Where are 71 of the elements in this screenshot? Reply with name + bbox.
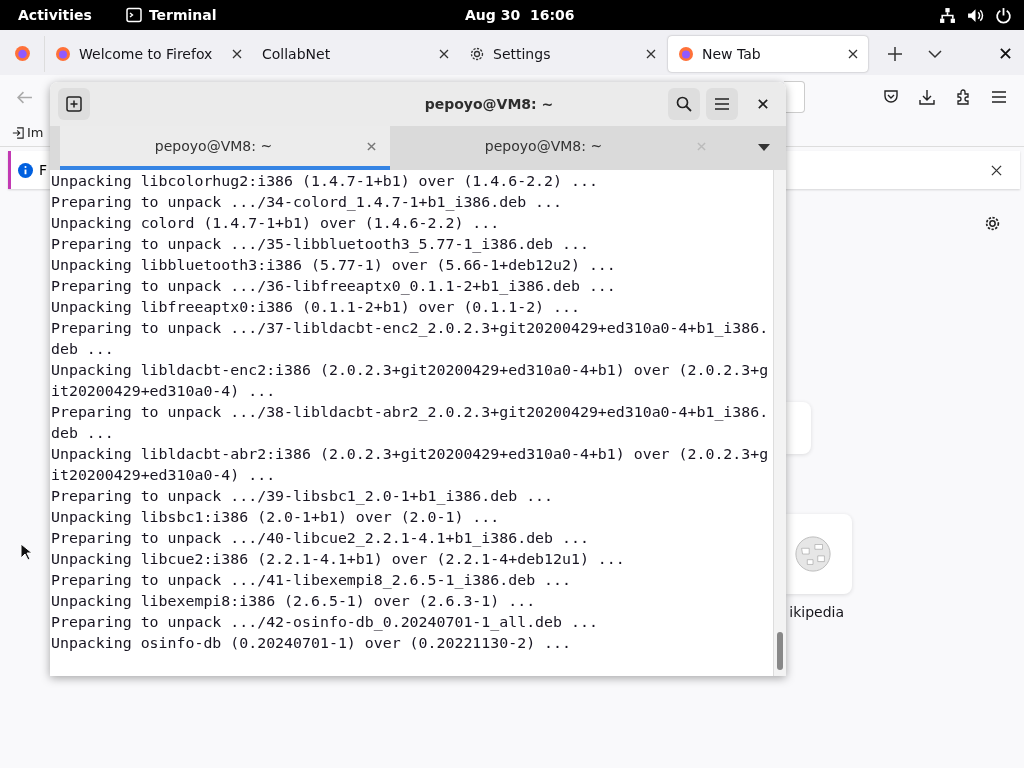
- firefox-icon: [678, 45, 694, 62]
- firefox-icon: [13, 45, 31, 62]
- terminal-tab[interactable]: pepoyo@VM8: ~: [390, 126, 720, 170]
- info-icon: [18, 162, 33, 178]
- close-icon[interactable]: [991, 164, 1002, 176]
- menu-button[interactable]: [706, 88, 738, 120]
- terminal-line: Unpacking libfreeaptx0:i386 (0.1.1-2+b1) over (0.1.1-2) ...: [51, 297, 581, 318]
- browser-tab[interactable]: Welcome to Firefox: [45, 35, 252, 72]
- shortcut-tile[interactable]: [786, 402, 811, 454]
- terminal-line: Preparing to unpack .../35-libbluetooth3_5.77-1_i386.deb ...: [51, 234, 590, 255]
- terminal-line: Unpacking colord (1.4.7-1+b1) over (1.4.6-2.2) ...: [51, 213, 501, 234]
- terminal-icon: [125, 7, 142, 23]
- terminal-line: Preparing to unpack .../37-libldacbt-enc2_2.0.2.3+git20200429+ed310a0-4+b1_i386.: [51, 318, 770, 339]
- search-icon: [676, 96, 692, 112]
- power-icon[interactable]: [995, 6, 1012, 24]
- close-tab-icon[interactable]: [646, 48, 656, 59]
- mouse-pointer-icon: [20, 543, 32, 561]
- close-tab-icon[interactable]: [848, 48, 858, 59]
- browser-tab[interactable]: CollabNet: [252, 35, 459, 72]
- terminal-line: Unpacking libbluetooth3:i386 (5.77-1) over (5.66-1+deb12u2) ...: [51, 255, 617, 276]
- settings-icon: [469, 45, 485, 62]
- import-icon: [12, 126, 24, 139]
- search-button[interactable]: [668, 88, 700, 120]
- activities-button[interactable]: Activities: [18, 7, 92, 23]
- terminal-line: deb ...: [51, 339, 115, 360]
- globe-icon: [794, 535, 832, 573]
- close-tab-icon[interactable]: [439, 48, 449, 59]
- notification-text: F: [39, 162, 48, 178]
- terminal-line: Preparing to unpack .../36-libfreeaptx0_0.1.1-2+b1_i386.deb ...: [51, 276, 617, 297]
- network-icon[interactable]: [939, 6, 956, 24]
- close-tab-icon[interactable]: [232, 48, 242, 59]
- terminal-line: Preparing to unpack .../38-libldacbt-abr2_2.0.2.3+git20200429+ed310a0-4+b1_i386.: [51, 402, 770, 423]
- menu-icon: [714, 96, 730, 112]
- terminal-line: Unpacking osinfo-db (0.20240701-1) over (0.20221130-2) ...: [51, 633, 572, 654]
- shortcut-tile[interactable]: [786, 514, 852, 594]
- terminal-line: it20200429+ed310a0-4) ...: [51, 381, 277, 402]
- terminal-line: deb ...: [51, 423, 115, 444]
- clock[interactable]: Aug 30 16:06: [465, 7, 575, 23]
- new-tab-button[interactable]: [58, 88, 90, 120]
- puzzle-icon[interactable]: [955, 89, 971, 105]
- terminal-line: Preparing to unpack .../39-libsbc1_2.0-1+b1_i386.deb ...: [51, 486, 555, 507]
- menu-icon[interactable]: [991, 89, 1007, 105]
- volume-icon[interactable]: [967, 6, 984, 24]
- terminal-line: Unpacking libsbc1:i386 (2.0-1+b1) over (2.0-1) ...: [51, 507, 501, 528]
- terminal-line: Unpacking libcolorhug2:i386 (1.4.7-1+b1) over (1.4.6-2.2) ...: [51, 171, 599, 192]
- terminal-line: it20200429+ed310a0-4) ...: [51, 465, 277, 486]
- new-tab-icon[interactable]: [888, 46, 902, 61]
- terminal-line: Unpacking libcue2:i386 (2.2.1-4.1+b1) over (2.2.1-4+deb12u1) ...: [51, 549, 626, 570]
- terminal-line: Preparing to unpack .../34-colord_1.4.7-1+b1_i386.deb ...: [51, 192, 563, 213]
- terminal-line: Preparing to unpack .../41-libexempi8_2.6.5-1_i386.deb ...: [51, 570, 572, 591]
- plus-icon: [66, 96, 82, 112]
- browser-tab[interactable]: New Tab: [668, 35, 868, 72]
- shortcut-label: ikipedia: [789, 604, 844, 620]
- settings-icon[interactable]: [984, 215, 1001, 232]
- terminal-line: Unpacking libexempi8:i386 (2.6.5-1) over (2.6.3-1) ...: [51, 591, 537, 612]
- download-icon[interactable]: [919, 89, 935, 105]
- terminal-tab[interactable]: pepoyo@VM8: ~: [60, 126, 390, 170]
- terminal-line: Preparing to unpack .../40-libcue2_2.2.1-4.1+b1_i386.deb ...: [51, 528, 590, 549]
- terminal-line: Preparing to unpack .../42-osinfo-db_0.20240701-1_all.deb ...: [51, 612, 599, 633]
- terminal-line: Unpacking libldacbt-enc2:i386 (2.0.2.3+git20200429+ed310a0-4+b1) over (2.0.2.3+g: [51, 360, 770, 381]
- pocket-icon[interactable]: [883, 89, 899, 105]
- app-menu-label[interactable]: Terminal: [148, 7, 217, 23]
- firefox-icon: [55, 45, 71, 62]
- scrollbar-thumb[interactable]: [777, 632, 783, 670]
- terminal-line: Unpacking libldacbt-abr2:i386 (2.0.2.3+git20200429+ed310a0-4+b1) over (2.0.2.3+g: [51, 444, 770, 465]
- bookmark-item[interactable]: Im: [12, 125, 44, 140]
- close-icon[interactable]: [758, 99, 768, 109]
- browser-tab[interactable]: Settings: [459, 35, 666, 72]
- close-icon[interactable]: [1000, 48, 1011, 59]
- address-field[interactable]: [784, 81, 805, 113]
- window-title: pepoyo@VM8: ~: [423, 96, 555, 112]
